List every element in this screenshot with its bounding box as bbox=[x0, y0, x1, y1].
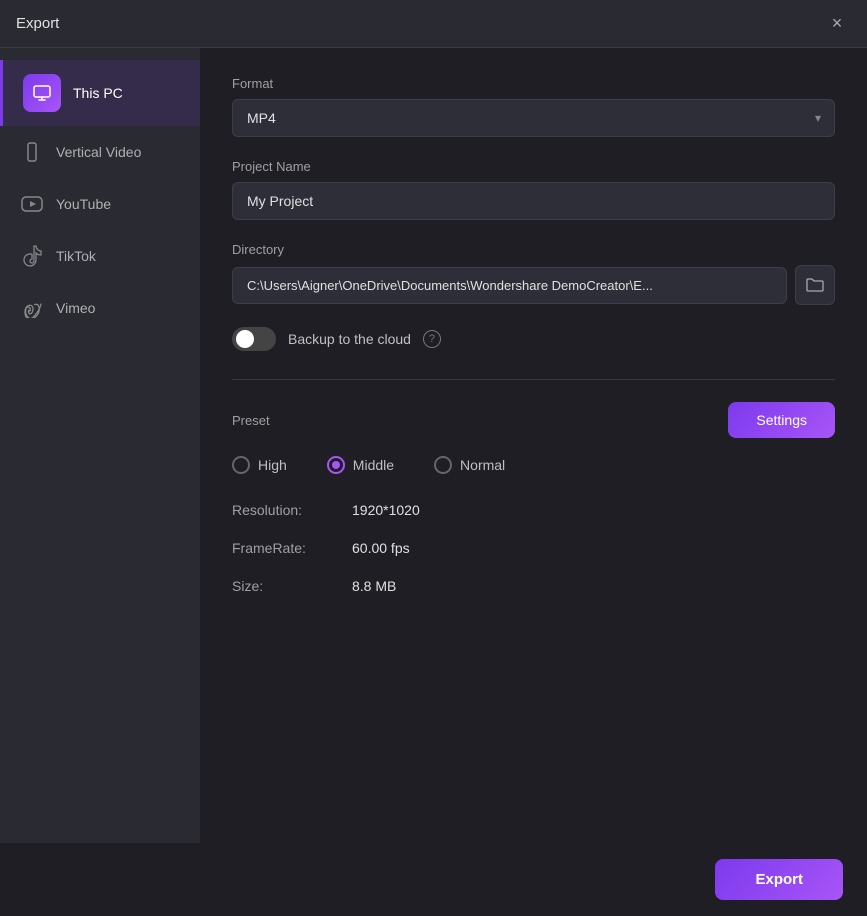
format-group: Format MP4 MOV AVI GIF ▾ bbox=[232, 76, 835, 137]
framerate-label: FrameRate: bbox=[232, 540, 352, 556]
preset-radio-row: High Middle Normal bbox=[232, 456, 835, 474]
vertical-video-icon bbox=[20, 140, 44, 164]
toggle-knob bbox=[236, 330, 254, 348]
size-label: Size: bbox=[232, 578, 352, 594]
backup-label: Backup to the cloud bbox=[288, 331, 411, 347]
radio-inner-middle bbox=[332, 461, 340, 469]
framerate-row: FrameRate: 60.00 fps bbox=[232, 540, 835, 556]
framerate-value: 60.00 fps bbox=[352, 540, 410, 556]
project-name-label: Project Name bbox=[232, 159, 835, 174]
radio-high[interactable]: High bbox=[232, 456, 287, 474]
sidebar-item-youtube[interactable]: YouTube bbox=[0, 178, 200, 230]
divider bbox=[232, 379, 835, 380]
sidebar-item-tiktok[interactable]: TikTok bbox=[0, 230, 200, 282]
radio-label-middle: Middle bbox=[353, 457, 394, 473]
vimeo-icon bbox=[20, 296, 44, 320]
sidebar-item-this-pc[interactable]: This PC bbox=[0, 60, 200, 126]
sidebar: This PC Vertical Video YouTube bbox=[0, 48, 200, 843]
radio-label-normal: Normal bbox=[460, 457, 505, 473]
format-label: Format bbox=[232, 76, 835, 91]
close-button[interactable]: × bbox=[823, 10, 851, 38]
this-pc-icon bbox=[23, 74, 61, 112]
format-select[interactable]: MP4 MOV AVI GIF bbox=[232, 99, 835, 137]
size-value: 8.8 MB bbox=[352, 578, 396, 594]
title-bar: Export × bbox=[0, 0, 867, 48]
sidebar-label-this-pc: This PC bbox=[73, 85, 123, 101]
backup-toggle[interactable] bbox=[232, 327, 276, 351]
directory-label: Directory bbox=[232, 242, 835, 257]
resolution-row: Resolution: 1920*1020 bbox=[232, 502, 835, 518]
sidebar-label-tiktok: TikTok bbox=[56, 248, 96, 264]
preset-label: Preset bbox=[232, 413, 270, 428]
format-select-wrapper: MP4 MOV AVI GIF ▾ bbox=[232, 99, 835, 137]
content-area: Format MP4 MOV AVI GIF ▾ Project Name Di… bbox=[200, 48, 867, 843]
youtube-icon bbox=[20, 192, 44, 216]
radio-normal[interactable]: Normal bbox=[434, 456, 505, 474]
directory-group: Directory bbox=[232, 242, 835, 305]
backup-toggle-row: Backup to the cloud ? bbox=[232, 327, 835, 351]
sidebar-label-vimeo: Vimeo bbox=[56, 300, 95, 316]
browse-folder-button[interactable] bbox=[795, 265, 835, 305]
help-icon[interactable]: ? bbox=[423, 330, 441, 348]
sidebar-item-vertical-video[interactable]: Vertical Video bbox=[0, 126, 200, 178]
project-name-input[interactable] bbox=[232, 182, 835, 220]
sidebar-item-vimeo[interactable]: Vimeo bbox=[0, 282, 200, 334]
tiktok-icon bbox=[20, 244, 44, 268]
sidebar-label-youtube: YouTube bbox=[56, 196, 111, 212]
resolution-value: 1920*1020 bbox=[352, 502, 420, 518]
directory-input[interactable] bbox=[232, 267, 787, 304]
preset-row: Preset Settings bbox=[232, 402, 835, 438]
radio-middle[interactable]: Middle bbox=[327, 456, 394, 474]
export-button[interactable]: Export bbox=[715, 859, 843, 900]
size-row: Size: 8.8 MB bbox=[232, 578, 835, 594]
radio-outer-middle bbox=[327, 456, 345, 474]
directory-row bbox=[232, 265, 835, 305]
sidebar-label-vertical-video: Vertical Video bbox=[56, 144, 141, 160]
dialog-title: Export bbox=[16, 15, 59, 32]
resolution-label: Resolution: bbox=[232, 502, 352, 518]
radio-outer-normal bbox=[434, 456, 452, 474]
project-name-group: Project Name bbox=[232, 159, 835, 220]
settings-button[interactable]: Settings bbox=[728, 402, 835, 438]
footer: Export bbox=[0, 843, 867, 916]
radio-outer-high bbox=[232, 456, 250, 474]
main-content: This PC Vertical Video YouTube bbox=[0, 48, 867, 843]
radio-label-high: High bbox=[258, 457, 287, 473]
